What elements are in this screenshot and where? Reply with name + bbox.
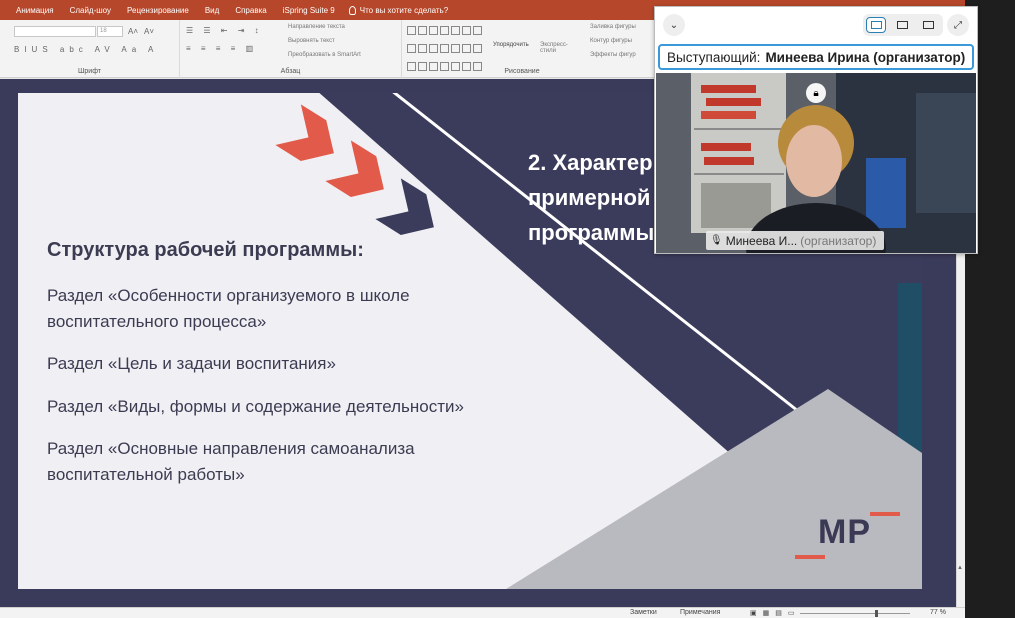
font-name-combo[interactable] xyxy=(14,26,96,37)
video-panel-toolbar: ⌄ ⤢ xyxy=(655,7,977,41)
speaker-name: Минеева Ирина (организатор) xyxy=(765,50,965,65)
scroll-arrow-icon[interactable]: ▲ xyxy=(957,565,963,571)
picture-in-picture-button[interactable] xyxy=(866,17,886,33)
microphone-icon: 🎙︎ xyxy=(710,235,723,246)
shape-outline-button[interactable]: Контур фигуры xyxy=(590,38,632,44)
font-size-combo[interactable]: 18 xyxy=(97,26,123,37)
active-speaker-bar: Выступающий: Минеева Ирина (организатор) xyxy=(658,44,974,70)
expand-icon: ⤢ xyxy=(954,20,962,31)
paragraph-group: ☰ ☰ ⇤ ⇥ ↕ ≡ ≡ ≡ ≡ ▥ Направление текста В… xyxy=(180,20,402,78)
shapes-gallery[interactable] xyxy=(406,23,488,59)
font-group-label: Шрифт xyxy=(0,68,179,75)
tab-view[interactable]: Вид xyxy=(197,6,227,15)
status-bar: Заметки Примечания ▣▦▤▭ 77 % xyxy=(0,607,965,618)
tab-slideshow[interactable]: Слайд-шоу xyxy=(62,6,119,15)
section-item-3: Раздел «Виды, формы и содержание деятель… xyxy=(47,394,487,420)
section-item-1: Раздел «Особенности организуемого в школ… xyxy=(47,283,487,335)
lock-button[interactable]: 🔒︎ xyxy=(806,83,826,103)
window-frame xyxy=(916,93,976,213)
collapse-button[interactable]: ⌄ xyxy=(663,14,685,36)
logo-accent-bar-right xyxy=(870,512,900,516)
participant-name: Минеева И... xyxy=(726,234,798,248)
folder-row-4 xyxy=(701,143,751,151)
screen: Анимация Слайд-шоу Рецензирование Вид Сп… xyxy=(0,0,1015,618)
quick-styles-button[interactable]: Экспресс-стили xyxy=(540,42,574,54)
tab-animation[interactable]: Анимация xyxy=(8,6,62,15)
participant-name-tag: 🎙︎ Минеева И... (организатор) xyxy=(706,231,884,250)
align-buttons[interactable]: ≡ ≡ ≡ ≡ ▥ xyxy=(186,44,257,53)
tell-me-label: Что вы хотите сделать? xyxy=(360,6,448,15)
tab-help[interactable]: Справка xyxy=(227,6,274,15)
zoom-slider[interactable] xyxy=(800,613,910,614)
lightbulb-icon xyxy=(349,6,356,15)
folder-row-2 xyxy=(706,98,761,106)
font-group: 18 A˄ A˅ BIUS abc AV Aa A Шрифт xyxy=(0,20,180,78)
shape-effects-button[interactable]: Эффекты фигур xyxy=(590,52,636,58)
layout-grid-button[interactable] xyxy=(918,17,938,33)
drawing-group: Упорядочить Экспресс-стили Заливка фигур… xyxy=(402,20,655,78)
list-buttons[interactable]: ☰ ☰ ⇤ ⇥ ↕ xyxy=(186,26,263,35)
tell-me-search[interactable]: Что вы хотите сделать? xyxy=(349,6,448,15)
logo-accent-bar-left xyxy=(795,555,825,559)
notes-button[interactable]: Заметки xyxy=(630,609,657,616)
folder-row-5 xyxy=(704,157,754,165)
section-item-4: Раздел «Основные направления самоанализа… xyxy=(47,436,487,488)
font-format-buttons[interactable]: BIUS abc AV Aa A xyxy=(14,45,158,54)
grow-font-icon[interactable]: A˄ xyxy=(128,27,138,36)
shape-fill-button[interactable]: Заливка фигуры xyxy=(590,24,636,30)
fullscreen-button[interactable]: ⤢ xyxy=(947,14,969,36)
paragraph-group-label: Абзац xyxy=(180,68,401,75)
chevron-1 xyxy=(275,104,346,173)
arrange-button[interactable]: Упорядочить xyxy=(493,42,529,48)
structure-heading: Структура рабочей программы: xyxy=(47,239,364,262)
align-text-button[interactable]: Выровнять текст xyxy=(288,38,335,44)
text-direction-button[interactable]: Направление текста xyxy=(288,24,345,30)
shelf-line-2 xyxy=(694,173,784,175)
section-item-2: Раздел «Цель и задачи воспитания» xyxy=(47,351,487,377)
drawing-group-label: Рисование xyxy=(402,68,642,75)
lock-icon: 🔒︎ xyxy=(813,88,818,99)
layout-strip-icon xyxy=(897,21,908,29)
video-panel: ⌄ ⤢ Выступающий: Минеева Ирина (организа… xyxy=(654,6,978,254)
zoom-level[interactable]: 77 % xyxy=(930,609,946,616)
video-feed[interactable]: 🔒︎ 🎙︎ Минеева И... (организатор) xyxy=(656,73,976,253)
layout-strip-button[interactable] xyxy=(892,17,912,33)
shrink-font-icon[interactable]: A˅ xyxy=(144,27,154,36)
tab-review[interactable]: Рецензирование xyxy=(119,6,197,15)
speaker-label: Выступающий: xyxy=(667,50,760,65)
layout-grid-icon xyxy=(923,21,934,29)
blue-chair xyxy=(866,158,906,228)
tab-ispring[interactable]: iSpring Suite 9 xyxy=(275,6,343,15)
mr-logo: МР xyxy=(818,513,871,552)
zoom-slider-thumb[interactable] xyxy=(875,610,878,617)
person-face xyxy=(786,125,842,197)
folder-row-1 xyxy=(701,85,756,93)
comments-button[interactable]: Примечания xyxy=(680,609,720,616)
smartart-button[interactable]: Преобразовать в SmartArt xyxy=(288,52,361,58)
view-buttons[interactable]: ▣▦▤▭ xyxy=(750,609,800,617)
chevron-down-icon: ⌄ xyxy=(670,20,678,31)
shelf-line xyxy=(694,128,784,130)
picture-in-picture-icon xyxy=(871,21,882,29)
participant-role: (организатор) xyxy=(800,234,876,248)
layout-switcher xyxy=(863,14,943,36)
folder-row-3 xyxy=(701,111,756,119)
